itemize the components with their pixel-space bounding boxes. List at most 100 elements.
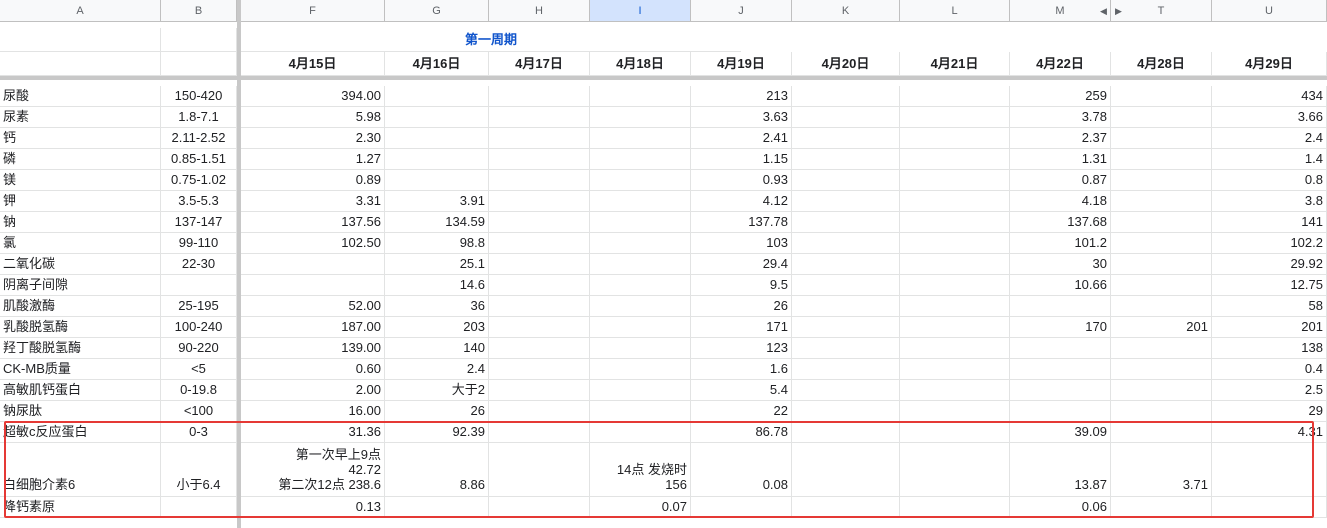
value-cell[interactable]: 9.5 — [691, 275, 792, 296]
range-cell[interactable]: 137-147 — [161, 212, 237, 233]
value-cell[interactable] — [1111, 149, 1212, 170]
value-cell[interactable] — [1010, 338, 1111, 359]
value-cell[interactable] — [792, 497, 900, 518]
value-cell[interactable]: 0.93 — [691, 170, 792, 191]
value-cell[interactable]: 2.4 — [385, 359, 489, 380]
row-label[interactable]: 超敏c反应蛋白 — [0, 422, 161, 443]
value-cell[interactable]: 2.37 — [1010, 128, 1111, 149]
value-cell[interactable] — [590, 338, 691, 359]
value-cell[interactable]: 259 — [1010, 86, 1111, 107]
value-cell[interactable] — [792, 128, 900, 149]
cell[interactable] — [0, 28, 161, 52]
row-label[interactable]: 钙 — [0, 128, 161, 149]
row-label[interactable]: 磷 — [0, 149, 161, 170]
value-cell[interactable]: 3.31 — [241, 191, 385, 212]
value-cell[interactable]: 2.41 — [691, 128, 792, 149]
value-cell[interactable] — [1212, 497, 1327, 518]
value-cell[interactable]: 30 — [1010, 254, 1111, 275]
value-cell[interactable]: 134.59 — [385, 212, 489, 233]
range-cell[interactable]: 0-3 — [161, 422, 237, 443]
range-cell[interactable] — [161, 275, 237, 296]
value-cell[interactable] — [489, 233, 590, 254]
value-cell[interactable]: 103 — [691, 233, 792, 254]
value-cell[interactable] — [385, 497, 489, 518]
value-cell[interactable]: 1.15 — [691, 149, 792, 170]
date-header[interactable]: 4月29日 — [1212, 52, 1327, 76]
row-label[interactable]: 肌酸激酶 — [0, 296, 161, 317]
value-cell[interactable] — [900, 317, 1010, 338]
value-cell[interactable] — [1111, 497, 1212, 518]
value-cell[interactable]: 3.66 — [1212, 107, 1327, 128]
value-cell[interactable] — [489, 254, 590, 275]
value-cell[interactable] — [1111, 233, 1212, 254]
value-cell[interactable]: 141 — [1212, 212, 1327, 233]
value-cell[interactable] — [900, 275, 1010, 296]
value-cell[interactable] — [590, 254, 691, 275]
row-label[interactable]: 白细胞介素6 — [0, 443, 161, 497]
value-cell[interactable] — [489, 380, 590, 401]
value-cell[interactable] — [792, 86, 900, 107]
date-header[interactable]: 4月17日 — [489, 52, 590, 76]
value-cell[interactable] — [590, 359, 691, 380]
range-cell[interactable]: 2.11-2.52 — [161, 128, 237, 149]
value-cell[interactable] — [1111, 380, 1212, 401]
date-header[interactable]: 4月20日 — [792, 52, 900, 76]
value-cell[interactable] — [1010, 296, 1111, 317]
range-cell[interactable]: 0.75-1.02 — [161, 170, 237, 191]
column-header-J[interactable]: J — [691, 0, 792, 22]
value-cell[interactable] — [1010, 380, 1111, 401]
value-cell[interactable] — [1111, 86, 1212, 107]
value-cell[interactable]: 14.6 — [385, 275, 489, 296]
value-cell[interactable] — [590, 233, 691, 254]
value-cell[interactable] — [900, 296, 1010, 317]
value-cell[interactable] — [590, 191, 691, 212]
value-cell[interactable]: 4.18 — [1010, 191, 1111, 212]
value-cell[interactable]: 3.8 — [1212, 191, 1327, 212]
range-cell[interactable] — [161, 497, 237, 518]
value-cell[interactable] — [385, 149, 489, 170]
value-cell[interactable] — [900, 401, 1010, 422]
value-cell[interactable] — [792, 380, 900, 401]
value-cell[interactable] — [792, 212, 900, 233]
value-cell[interactable]: 137.56 — [241, 212, 385, 233]
value-cell[interactable] — [792, 443, 900, 497]
value-cell[interactable]: 170 — [1010, 317, 1111, 338]
value-cell[interactable] — [489, 443, 590, 497]
value-cell[interactable]: 0.89 — [241, 170, 385, 191]
value-cell[interactable]: 22 — [691, 401, 792, 422]
range-cell[interactable]: 99-110 — [161, 233, 237, 254]
value-cell[interactable] — [385, 107, 489, 128]
hidden-columns-left-arrow-icon[interactable]: ◀ — [1100, 6, 1107, 17]
value-cell[interactable]: 201 — [1212, 317, 1327, 338]
column-header-M[interactable]: M — [1010, 0, 1111, 22]
value-cell[interactable] — [792, 359, 900, 380]
value-cell[interactable] — [792, 338, 900, 359]
value-cell[interactable]: 137.68 — [1010, 212, 1111, 233]
date-header[interactable]: 4月28日 — [1111, 52, 1212, 76]
cell[interactable] — [0, 52, 161, 76]
frozen-row-divider[interactable] — [0, 76, 1327, 80]
row-label[interactable]: 尿酸 — [0, 86, 161, 107]
value-cell[interactable]: 2.5 — [1212, 380, 1327, 401]
value-cell[interactable]: 1.27 — [241, 149, 385, 170]
value-cell[interactable] — [900, 338, 1010, 359]
row-label[interactable]: 降钙素原 — [0, 497, 161, 518]
range-cell[interactable]: 1.8-7.1 — [161, 107, 237, 128]
value-cell[interactable]: 29.4 — [691, 254, 792, 275]
value-cell[interactable]: 0.07 — [590, 497, 691, 518]
value-cell[interactable] — [489, 86, 590, 107]
value-cell[interactable] — [792, 275, 900, 296]
value-cell[interactable]: 3.71 — [1111, 443, 1212, 497]
value-cell[interactable] — [1111, 212, 1212, 233]
column-header-K[interactable]: K — [792, 0, 900, 22]
value-cell[interactable]: 2.30 — [241, 128, 385, 149]
value-cell[interactable]: 1.31 — [1010, 149, 1111, 170]
value-cell[interactable]: 102.50 — [241, 233, 385, 254]
value-cell[interactable] — [792, 107, 900, 128]
value-cell[interactable]: 第一次早上9点 42.72 第二次12点 238.6 — [241, 443, 385, 497]
value-cell[interactable]: 101.2 — [1010, 233, 1111, 254]
value-cell[interactable]: 29.92 — [1212, 254, 1327, 275]
column-header-A[interactable]: A — [0, 0, 161, 22]
value-cell[interactable] — [900, 212, 1010, 233]
value-cell[interactable] — [590, 296, 691, 317]
